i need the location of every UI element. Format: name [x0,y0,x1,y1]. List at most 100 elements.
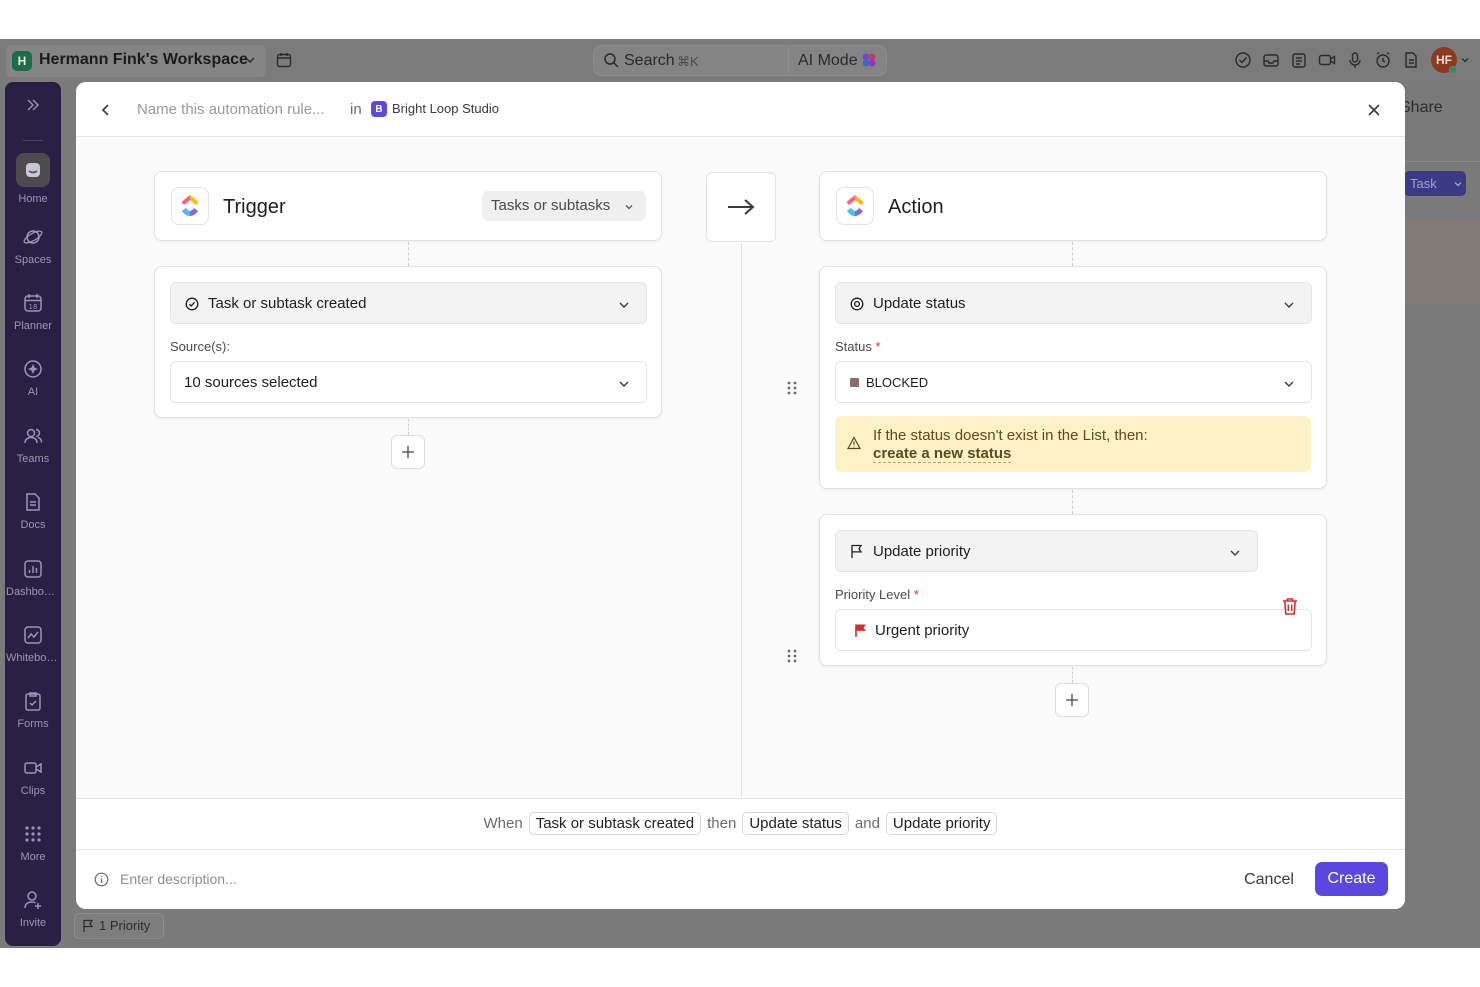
sidebar-item-clips[interactable]: Clips [5,757,61,797]
notepad-icon[interactable] [1401,50,1421,70]
clickup-logo-icon [171,187,209,225]
inbox-icon[interactable] [1261,50,1281,70]
video-icon [24,762,42,774]
sidebar-item-label: Dashboards [6,586,60,598]
svg-text:18: 18 [29,303,38,311]
space-name[interactable]: Bright Loop Studio [392,101,499,116]
grid-icon [25,826,41,842]
video-icon[interactable] [1317,50,1337,70]
chevron-down-icon[interactable] [1460,55,1470,65]
ai-mode-label[interactable]: AI Mode [798,52,858,70]
add-trigger-condition-button[interactable] [391,435,425,469]
drag-handle-icon[interactable] [786,380,798,396]
home-icon[interactable] [16,153,50,187]
teams-icon [24,428,43,444]
trigger-card: Trigger Tasks or subtasks [154,171,662,241]
connector-line [1072,242,1073,266]
ai-sparkle-icon [862,53,876,67]
microphone-icon[interactable] [1345,50,1365,70]
status-target-icon [850,297,864,311]
description-input[interactable] [120,867,620,891]
summary-when: When [483,815,523,832]
check-circle-icon[interactable] [1233,50,1253,70]
status-select[interactable]: BLOCKED [835,361,1312,403]
close-icon[interactable] [1364,100,1384,120]
priority-field-label: Priority Level * [835,587,919,602]
cancel-button[interactable]: Cancel [1234,864,1304,896]
connector-line [1072,490,1073,514]
urgent-flag-icon [855,624,866,637]
add-task-button[interactable]: Task [1404,171,1466,196]
summary-action-chip: Update priority [885,812,998,835]
chevron-down-icon [1284,302,1294,308]
sources-label: Source(s): [170,339,230,354]
sidebar: Home Spaces 18 Planner AI Teams Docs Das… [5,82,61,946]
back-arrow-icon[interactable] [97,101,115,119]
alarm-icon[interactable] [1373,50,1393,70]
priority-select[interactable]: Urgent priority [835,609,1312,651]
flag-icon [851,544,863,558]
action-type-select[interactable]: Update priority [835,530,1258,572]
sidebar-item-planner[interactable]: 18 Planner [5,292,61,332]
sidebar-item-docs[interactable]: Docs [5,491,61,531]
action-step-priority: Update priority Priority Level * Urgent … [819,514,1327,666]
trash-icon[interactable] [1281,597,1299,616]
sidebar-item-teams[interactable]: Teams [5,425,61,465]
sidebar-item-home[interactable]: Home [5,153,61,205]
sidebar-item-more[interactable]: More [5,823,61,863]
summary-and: and [854,815,880,832]
chevron-down-icon [619,302,629,308]
summary-action-chip: Update status [742,812,849,835]
sidebar-expand[interactable] [5,96,61,114]
trigger-scope-dropdown[interactable]: Tasks or subtasks [482,191,646,221]
status-value: BLOCKED [866,375,929,390]
in-label: in [350,101,362,118]
connector-line [408,242,409,266]
chevron-down-icon[interactable] [243,53,257,67]
share-button[interactable]: Share [1400,99,1443,117]
double-chevron-right-icon[interactable] [24,96,42,114]
missing-status-warning: If the status doesn't exist in the List,… [835,416,1311,472]
sidebar-item-forms[interactable]: Forms [5,690,61,730]
calendar-icon: 18 [24,294,42,312]
flow-arrow [706,172,776,242]
sidebar-item-label: Home [18,193,48,205]
trigger-event-select[interactable]: Task or subtask created [170,282,647,324]
action-type-select[interactable]: Update status [835,282,1312,324]
sidebar-item-whiteboards[interactable]: Whiteboards [5,624,61,664]
chevron-down-icon[interactable] [1453,179,1463,189]
add-action-button[interactable] [1055,683,1089,717]
rule-name-input[interactable]: Name this automation rule... [137,101,325,118]
drag-handle-icon[interactable] [786,648,798,664]
sidebar-divider [23,140,43,141]
whiteboard-icon [24,626,42,644]
action-type-label: Update priority [873,543,971,560]
canvas-divider [741,243,742,798]
arrow-right-icon [728,199,755,215]
workspace-name[interactable]: Hermann Fink's Workspace [39,51,248,69]
sources-select[interactable]: 10 sources selected [170,361,647,403]
warning-icon [847,436,861,450]
summary-trigger-chip: Task or subtask created [528,812,702,835]
calendar-icon[interactable] [276,52,292,68]
sidebar-item-spaces[interactable]: Spaces [5,226,61,266]
sidebar-item-dashboards[interactable]: Dashboards [5,558,61,598]
clipboard-icon[interactable] [1289,50,1309,70]
sidebar-item-ai[interactable]: AI [5,358,61,398]
doc-icon [26,493,40,511]
create-status-link[interactable]: create a new status [873,445,1012,463]
action-type-label: Update status [873,295,966,312]
required-mark: * [875,339,881,354]
automation-canvas: Trigger Tasks or subtasks Task or subtas… [76,138,1405,798]
sidebar-item-invite[interactable]: Invite [5,889,61,929]
background-row [1404,219,1480,303]
create-button[interactable]: Create [1315,862,1388,896]
trigger-config-card: Task or subtask created Source(s): 10 so… [154,266,662,418]
sources-value: 10 sources selected [184,374,318,391]
sidebar-item-label: Whiteboards [6,652,60,664]
search-label[interactable]: Search [624,52,675,70]
search-shortcut: ⌘K [677,54,699,69]
chevron-down-icon [1230,550,1240,556]
connector-line [1072,667,1073,683]
trigger-scope-label: Tasks or subtasks [491,197,611,214]
